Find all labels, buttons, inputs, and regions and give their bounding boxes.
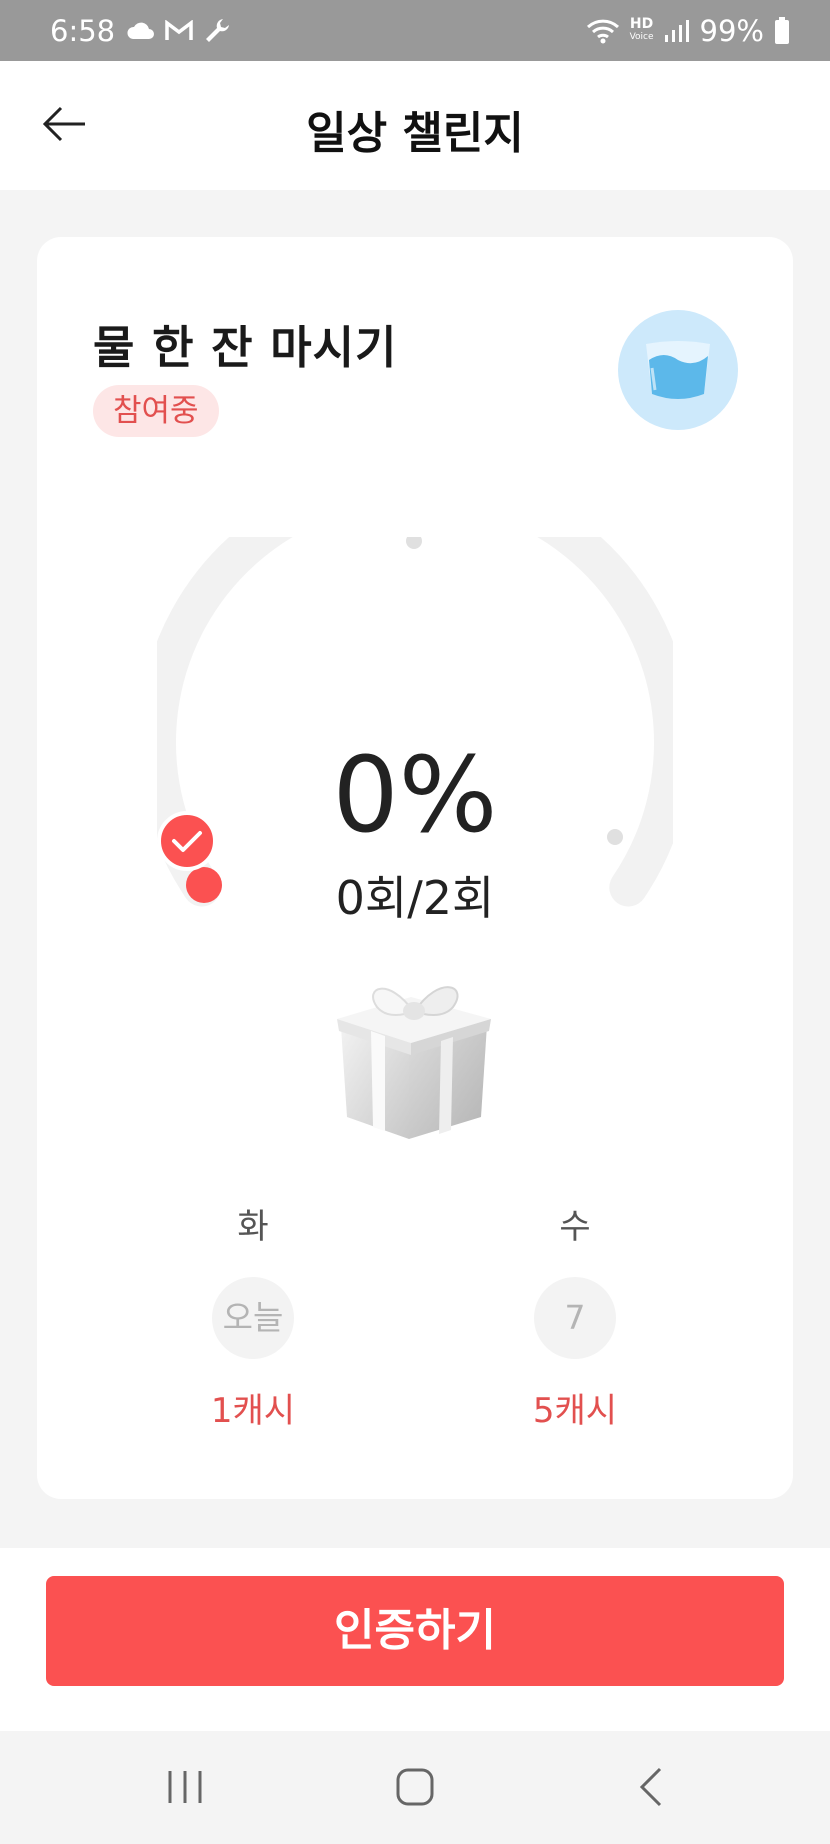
recent-apps-icon[interactable] [166, 1767, 206, 1811]
reward-label: 1캐시 [210, 1391, 296, 1431]
battery-icon [774, 16, 790, 45]
progress-percent: 0% [332, 734, 498, 856]
challenge-card: 물 한 잔 마시기 참여중 0% 0회/2회 화 오늘 1캐시 수 7 5캐시 [37, 237, 793, 1499]
day-label: 화 [237, 1207, 269, 1247]
verify-button[interactable]: 인증하기 [46, 1576, 784, 1686]
home-icon[interactable] [395, 1767, 435, 1811]
gauge-start-dot [406, 537, 422, 549]
status-badge: 참여중 [93, 385, 219, 437]
day-label: 수 [559, 1207, 591, 1247]
hd-voice-icon: HD Voice [629, 15, 654, 42]
progress-count: 0회/2회 [335, 871, 495, 925]
status-time: 6:58 [50, 13, 116, 48]
gift-box-icon [329, 967, 499, 1151]
challenge-title: 물 한 잔 마시기 [93, 321, 398, 374]
water-glass-icon [618, 310, 738, 430]
schedule-day-wed: 수 7 5캐시 [515, 1205, 635, 1432]
wrench-icon [203, 17, 231, 45]
status-bar: 6:58 HD Voice 99% [0, 0, 830, 61]
schedule-day-tue: 화 오늘 1캐시 [193, 1205, 313, 1432]
day-date: 7 [534, 1277, 616, 1359]
page-title: 일상 챌린지 [306, 108, 524, 159]
signal-icon [664, 19, 690, 43]
system-nav-bar [0, 1731, 830, 1844]
reward-label: 5캐시 [532, 1391, 618, 1431]
back-icon[interactable] [636, 1767, 666, 1811]
app-bar: 일상 챌린지 [0, 61, 830, 190]
cloud-icon [125, 21, 155, 41]
bottom-action-bar: 인증하기 [0, 1548, 830, 1731]
wifi-icon [586, 17, 620, 45]
gmail-icon [165, 19, 193, 42]
battery-percent: 99% [699, 13, 764, 48]
day-date: 오늘 [212, 1277, 294, 1359]
